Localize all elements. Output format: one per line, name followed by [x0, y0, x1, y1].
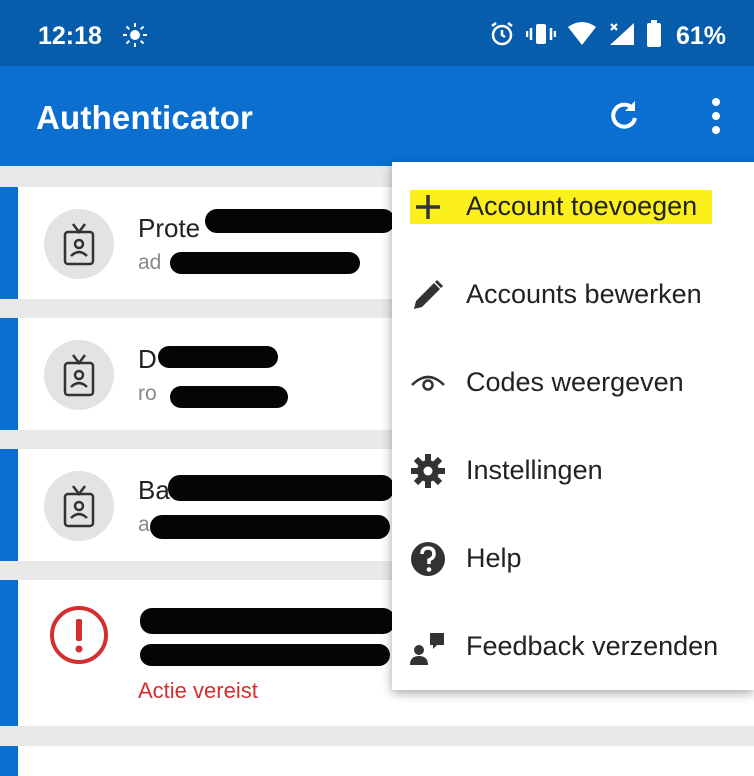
gear-icon	[408, 451, 448, 491]
status-time: 12:18	[38, 22, 102, 50]
menu-item-edit-accounts[interactable]: Accounts bewerken	[392, 250, 754, 338]
account-name: Ba	[138, 475, 170, 505]
app-title: Authenticator	[36, 99, 254, 136]
account-avatar	[44, 209, 114, 279]
redaction	[158, 346, 278, 368]
more-vert-icon[interactable]	[698, 94, 734, 138]
brightness-icon	[122, 22, 148, 53]
menu-item-add-account[interactable]: Account toevoegen	[392, 162, 754, 250]
status-bar: 12:18 61%	[0, 0, 754, 66]
battery-percentage: 61%	[675, 22, 726, 50]
battery-icon	[646, 20, 662, 53]
status-icons: 61%	[488, 20, 726, 53]
plus-icon	[408, 187, 448, 227]
menu-item-label: Instellingen	[466, 455, 603, 485]
overflow-menu: Account toevoegen Accounts bewerken Code…	[392, 162, 754, 690]
redaction	[140, 644, 390, 666]
eye-icon	[408, 363, 448, 403]
signal-icon	[608, 21, 636, 52]
pencil-icon	[408, 275, 448, 315]
feedback-icon	[408, 627, 448, 667]
refresh-icon[interactable]	[604, 96, 644, 136]
redaction	[205, 209, 395, 233]
account-card[interactable]	[0, 746, 754, 776]
redaction	[170, 252, 360, 274]
menu-item-label: Account toevoegen	[466, 191, 698, 221]
account-email: a	[138, 513, 150, 536]
redaction	[150, 515, 390, 539]
redaction	[168, 475, 394, 501]
account-avatar	[44, 340, 114, 410]
account-avatar	[44, 471, 114, 541]
menu-item-label: Accounts bewerken	[466, 279, 702, 309]
account-accent-bar	[0, 187, 18, 299]
menu-item-settings[interactable]: Instellingen	[392, 426, 754, 514]
app-bar: Authenticator	[0, 66, 754, 166]
menu-item-send-feedback[interactable]: Feedback verzenden	[392, 602, 754, 690]
help-icon	[408, 539, 448, 579]
account-name: D	[138, 344, 157, 374]
account-accent-bar	[0, 449, 18, 561]
account-email: ad	[138, 251, 162, 274]
alarm-icon	[488, 20, 516, 53]
menu-item-label: Codes weergeven	[466, 367, 684, 397]
account-accent-bar	[0, 580, 18, 726]
menu-item-label: Feedback verzenden	[466, 631, 719, 661]
alert-icon	[48, 604, 110, 671]
account-accent-bar	[0, 318, 18, 430]
id-badge-icon	[63, 354, 95, 397]
menu-item-show-codes[interactable]: Codes weergeven	[392, 338, 754, 426]
action-required-label: Actie vereist	[138, 678, 258, 703]
id-badge-icon	[63, 485, 95, 528]
menu-item-label: Help	[466, 543, 522, 573]
account-name: Prote	[138, 213, 201, 243]
redaction	[170, 386, 288, 408]
account-accent-bar	[0, 746, 18, 776]
id-badge-icon	[63, 223, 95, 266]
vibrate-icon	[525, 21, 557, 52]
wifi-icon	[566, 21, 598, 52]
menu-item-help[interactable]: Help	[392, 514, 754, 602]
redaction	[140, 608, 395, 634]
account-email: ro	[138, 382, 157, 405]
